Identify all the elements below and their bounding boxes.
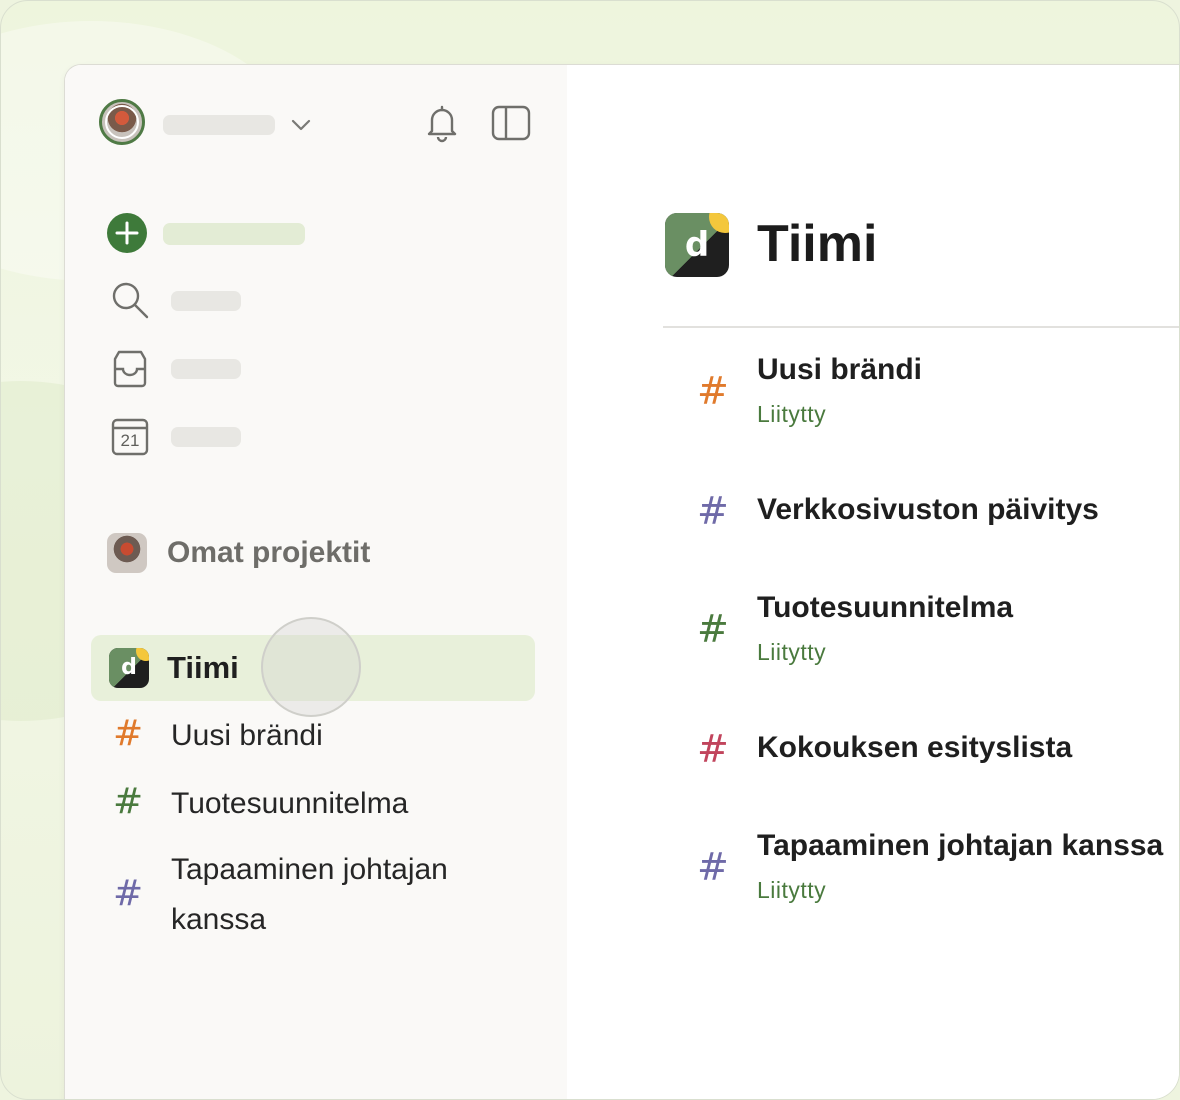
sidebar-item-label: Tapaaminen johtajan (171, 853, 448, 886)
sidebar-item-tuotesuunnitelma[interactable]: Tuotesuunnitelma (171, 779, 408, 829)
inbox-label-placeholder[interactable] (171, 359, 241, 379)
sidebar-item-uusi-brandi[interactable]: Uusi brändi (171, 711, 323, 761)
plus-icon (107, 213, 147, 253)
sidebar-item-label: kanssa (171, 903, 267, 936)
my-projects-avatar (107, 533, 147, 573)
project-title: Tapaaminen johtajan kanssa (757, 829, 1164, 862)
page-title: Tiimi (757, 215, 878, 273)
sidebar-item-label: Tiimi (167, 650, 239, 685)
project-status: Liitytty (757, 401, 827, 427)
user-avatar[interactable] (99, 99, 145, 145)
click-indicator (261, 617, 361, 717)
main-panel: d Tiimi # Uusi brändi Liitytty # Verkkos… (567, 65, 1179, 1099)
user-name-placeholder[interactable] (163, 115, 275, 135)
hash-icon: # (697, 607, 729, 651)
project-title: Verkkosivuston päivitys (757, 493, 1099, 526)
team-logo-icon: d (665, 213, 729, 277)
divider (663, 326, 1179, 328)
hash-icon: # (113, 781, 144, 822)
search-icon[interactable] (109, 279, 151, 321)
upcoming-label-placeholder[interactable] (171, 427, 241, 447)
add-task-button[interactable] (107, 213, 147, 253)
app-window: 21 Omat projektit d Tiimi # Uusi brändi … (65, 65, 1179, 1099)
project-title: Tuotesuunnitelma (757, 591, 1014, 624)
sidebar: 21 Omat projektit d Tiimi # Uusi brändi … (65, 65, 567, 1099)
hash-icon: # (697, 369, 729, 413)
team-logo-icon: d (109, 648, 149, 688)
app-frame: 21 Omat projektit d Tiimi # Uusi brändi … (0, 0, 1180, 1100)
hash-icon: # (697, 845, 729, 889)
chevron-down-icon[interactable] (289, 115, 313, 135)
add-task-label-placeholder[interactable] (163, 223, 305, 245)
project-title: Uusi brändi (757, 353, 923, 386)
hash-icon: # (113, 873, 144, 914)
hash-icon: # (697, 489, 729, 533)
project-status: Liitytty (757, 639, 827, 665)
inbox-icon[interactable] (109, 349, 151, 389)
project-status: Liitytty (757, 877, 827, 903)
project-title: Kokouksen esityslista (757, 731, 1073, 764)
calendar-day-number: 21 (120, 431, 140, 450)
hash-icon: # (113, 713, 144, 754)
my-projects-heading[interactable]: Omat projektit (167, 533, 370, 573)
search-label-placeholder[interactable] (171, 291, 241, 311)
sidebar-toggle-icon[interactable] (491, 105, 531, 141)
hash-icon: # (697, 727, 729, 771)
bell-icon[interactable] (423, 103, 461, 143)
